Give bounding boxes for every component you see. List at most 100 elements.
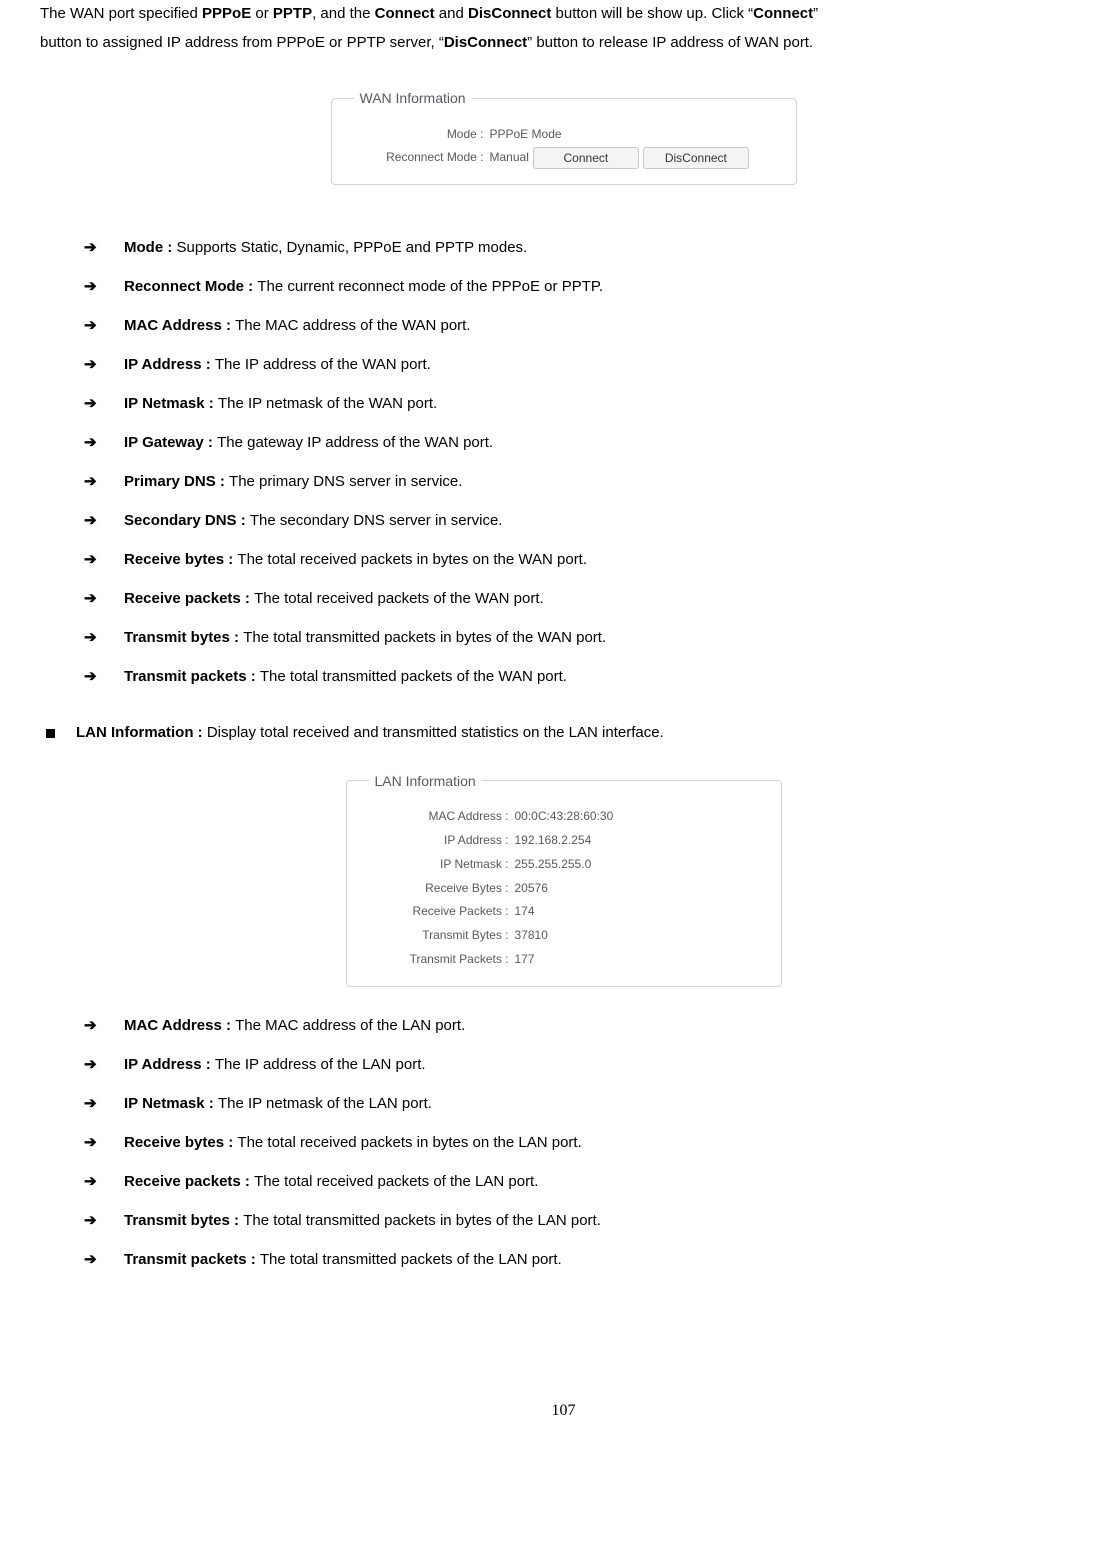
desc: The IP address of the WAN port. <box>215 356 431 373</box>
desc: The total received packets of the LAN po… <box>254 1173 538 1190</box>
term: MAC Address : <box>124 1017 235 1034</box>
text: , and the <box>312 5 375 22</box>
desc: The total transmitted packets of the WAN… <box>260 668 567 685</box>
desc: The MAC address of the LAN port. <box>235 1017 465 1034</box>
term: Primary DNS : <box>124 473 229 490</box>
lan-info-legend: LAN Information <box>369 768 482 795</box>
receive-packets-value: 174 <box>515 900 535 923</box>
text: or <box>251 5 273 22</box>
term: LAN Information : <box>76 724 207 741</box>
desc: Supports Static, Dynamic, PPPoE and PPTP… <box>177 239 528 256</box>
term: Transmit bytes : <box>124 629 243 646</box>
desc: The gateway IP address of the WAN port. <box>217 434 493 451</box>
list-item: IP Netmask : The IP netmask of the LAN p… <box>84 1087 1087 1120</box>
desc: The IP netmask of the LAN port. <box>218 1095 432 1112</box>
list-item: Transmit bytes : The total transmitted p… <box>84 1204 1087 1237</box>
term: IP Address : <box>124 1056 215 1073</box>
transmit-bytes-label: Transmit Bytes : <box>369 924 515 947</box>
text: ” <box>813 5 818 22</box>
mac-address-label: MAC Address : <box>369 805 515 828</box>
connect-button[interactable]: Connect <box>533 147 639 169</box>
receive-packets-label: Receive Packets : <box>369 900 515 923</box>
term: Mode : <box>124 239 177 256</box>
text: The WAN port specified <box>40 5 202 22</box>
mac-address-value: 00:0C:43:28:60:30 <box>515 805 614 828</box>
term: Transmit packets : <box>124 668 260 685</box>
ip-address-value: 192.168.2.254 <box>515 829 592 852</box>
term: IP Netmask : <box>124 395 218 412</box>
text: ” button to release IP address of WAN po… <box>527 34 813 51</box>
desc: The total transmitted packets in bytes o… <box>243 1212 601 1229</box>
lan-info-figure: LAN Information MAC Address :00:0C:43:28… <box>40 768 1087 987</box>
desc: The primary DNS server in service. <box>229 473 462 490</box>
wan-info-figure: WAN Information Mode : PPPoE Mode Reconn… <box>40 85 1087 185</box>
list-item: IP Address : The IP address of the LAN p… <box>84 1048 1087 1081</box>
term: Secondary DNS : <box>124 512 250 529</box>
transmit-packets-label: Transmit Packets : <box>369 948 515 971</box>
list-item: IP Gateway : The gateway IP address of t… <box>84 426 1087 459</box>
receive-bytes-value: 20576 <box>515 877 548 900</box>
text-bold: Connect <box>375 5 435 22</box>
text-bold: PPPoE <box>202 5 251 22</box>
list-item: Receive packets : The total received pac… <box>84 1165 1087 1198</box>
text-bold: Connect <box>753 5 813 22</box>
lan-field-list: MAC Address : The MAC address of the LAN… <box>40 1009 1087 1276</box>
mode-label: Mode : <box>354 123 490 146</box>
transmit-packets-value: 177 <box>515 948 535 971</box>
list-item: Receive packets : The total received pac… <box>84 582 1087 615</box>
term: Receive bytes : <box>124 551 237 568</box>
list-item: Transmit packets : The total transmitted… <box>84 1243 1087 1276</box>
text-bold: DisConnect <box>444 34 527 51</box>
desc: The total received packets in bytes on t… <box>237 1134 581 1151</box>
term: Transmit bytes : <box>124 1212 243 1229</box>
desc: The total received packets in bytes on t… <box>237 551 587 568</box>
list-item: Secondary DNS : The secondary DNS server… <box>84 504 1087 537</box>
desc: The secondary DNS server in service. <box>250 512 503 529</box>
list-item: Receive bytes : The total received packe… <box>84 543 1087 576</box>
desc: The total transmitted packets in bytes o… <box>243 629 606 646</box>
disconnect-button[interactable]: DisConnect <box>643 147 749 169</box>
list-item: MAC Address : The MAC address of the LAN… <box>84 1009 1087 1042</box>
term: IP Gateway : <box>124 434 217 451</box>
ip-netmask-value: 255.255.255.0 <box>515 853 592 876</box>
term: IP Address : <box>124 356 215 373</box>
desc: The IP netmask of the WAN port. <box>218 395 437 412</box>
list-item: Transmit bytes : The total transmitted p… <box>84 621 1087 654</box>
term: Receive bytes : <box>124 1134 237 1151</box>
text-bold: PPTP <box>273 5 312 22</box>
lan-info-heading: LAN Information : Display total received… <box>40 719 1087 748</box>
text: button will be show up. Click “ <box>551 5 753 22</box>
list-item: IP Netmask : The IP netmask of the WAN p… <box>84 387 1087 420</box>
list-item: Reconnect Mode : The current reconnect m… <box>84 270 1087 303</box>
desc: The total received packets of the WAN po… <box>254 590 544 607</box>
text: button to assigned IP address from PPPoE… <box>40 34 444 51</box>
text-bold: DisConnect <box>468 5 551 22</box>
intro-paragraph: The WAN port specified PPPoE or PPTP, an… <box>40 0 1087 57</box>
list-item: Transmit packets : The total transmitted… <box>84 660 1087 693</box>
transmit-bytes-value: 37810 <box>515 924 548 947</box>
reconnect-mode-value: Manual <box>490 146 529 169</box>
list-item: Mode : Supports Static, Dynamic, PPPoE a… <box>84 231 1087 264</box>
term: IP Netmask : <box>124 1095 218 1112</box>
term: Transmit packets : <box>124 1251 260 1268</box>
wan-field-list: Mode : Supports Static, Dynamic, PPPoE a… <box>40 231 1087 693</box>
wan-info-legend: WAN Information <box>354 85 472 112</box>
desc: The IP address of the LAN port. <box>215 1056 426 1073</box>
text: and <box>435 5 468 22</box>
desc: Display total received and transmitted s… <box>207 724 664 741</box>
desc: The current reconnect mode of the PPPoE … <box>257 278 603 295</box>
ip-address-label: IP Address : <box>369 829 515 852</box>
reconnect-mode-label: Reconnect Mode : <box>354 146 490 169</box>
page-number: 107 <box>40 1396 1087 1426</box>
term: MAC Address : <box>124 317 235 334</box>
desc: The total transmitted packets of the LAN… <box>260 1251 562 1268</box>
term: Reconnect Mode : <box>124 278 257 295</box>
mode-value: PPPoE Mode <box>490 123 562 146</box>
term: Receive packets : <box>124 1173 254 1190</box>
ip-netmask-label: IP Netmask : <box>369 853 515 876</box>
list-item: IP Address : The IP address of the WAN p… <box>84 348 1087 381</box>
list-item: MAC Address : The MAC address of the WAN… <box>84 309 1087 342</box>
list-item: Receive bytes : The total received packe… <box>84 1126 1087 1159</box>
desc: The MAC address of the WAN port. <box>235 317 470 334</box>
term: Receive packets : <box>124 590 254 607</box>
